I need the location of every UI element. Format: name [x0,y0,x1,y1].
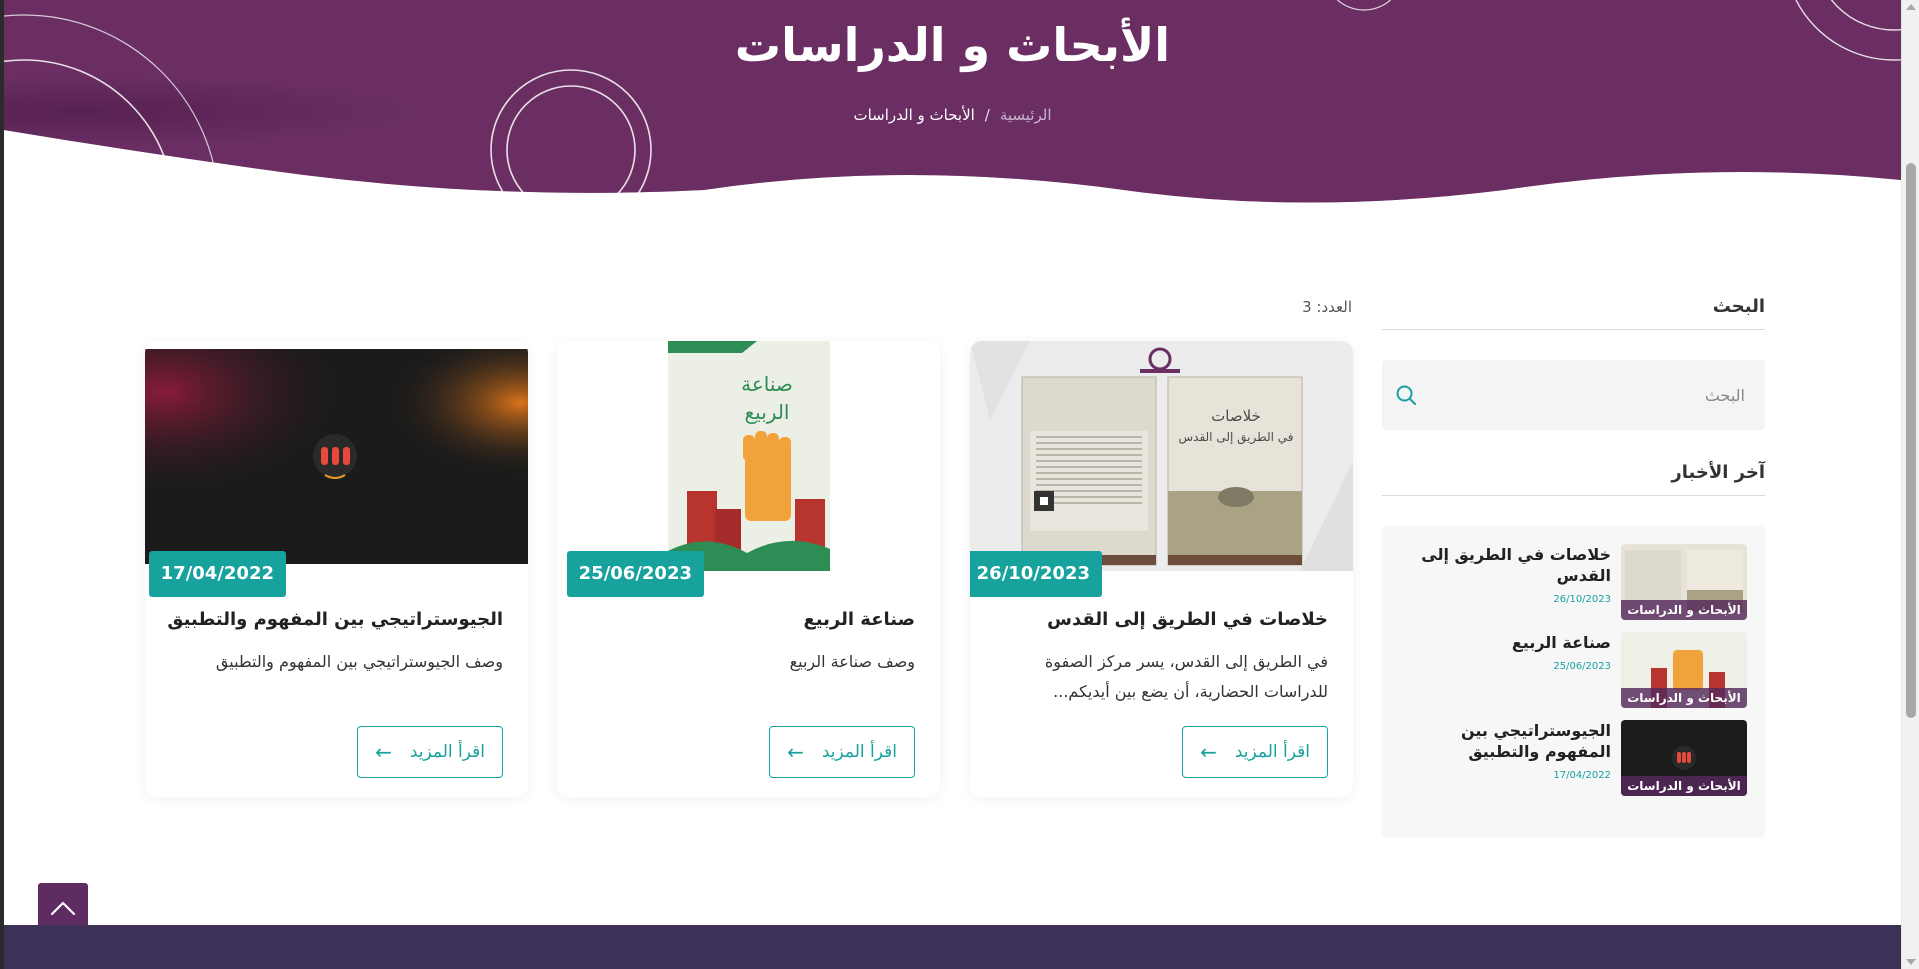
footer [4,925,1901,969]
date-badge: 26/10/2023 [970,551,1102,597]
read-more-label: اقرأ المزيد [409,742,485,762]
search-heading: البحث [1382,296,1765,330]
breadcrumb-current: الأبحاث و الدراسات [853,106,975,124]
news-text: الجيوستراتيجي بين المفهوم والتطبيق 17/04… [1400,720,1621,781]
news-text: صناعة الربيع 25/06/2023 [1400,632,1621,672]
card-image[interactable]: خلاصات في الطريق إلى القدس [970,341,1353,571]
news-date: 25/06/2023 [1553,661,1611,672]
arrow-left-icon: ← [375,740,392,764]
latest-news-heading: آخر الأخبار [1382,462,1765,496]
sidebar: البحث آخر الأخبار الأبحاث و الدراسات خلا… [1382,296,1765,838]
news-title[interactable]: الجيوستراتيجي بين المفهوم والتطبيق [1400,720,1611,762]
date-badge: 17/04/2022 [148,551,286,597]
card-description: وصف الجيوستراتيجي بين المفهوم والتطبيق [215,652,503,671]
breadcrumb-home-link[interactable]: الرئيسية [1000,106,1052,124]
breadcrumb: الرئيسية / الأبحاث و الدراسات [4,106,1901,124]
read-more-button[interactable]: اقرأ المزيد ← [357,726,503,778]
page-header: الأبحاث و الدراسات الرئيسية / الأبحاث و ال… [4,0,1901,210]
arrow-left-icon: ← [1200,740,1217,764]
scroll-down-arrow-icon[interactable] [1906,959,1916,965]
card-image[interactable] [145,341,528,571]
card-description: في الطريق إلى القدس، يسر مركز الصفوة للد… [1044,652,1328,701]
card-image[interactable]: صناعة الربيع [557,341,940,571]
page-title: الأبحاث و الدراسات [734,18,1171,72]
card-title[interactable]: الجيوستراتيجي بين المفهوم والتطبيق [165,609,503,630]
research-card: خلاصات في الطريق إلى القدس 26/10/2023 خل… [970,341,1353,797]
news-date: 26/10/2023 [1553,594,1611,605]
news-title[interactable]: صناعة الربيع [1400,632,1611,653]
news-item[interactable]: الأبحاث و الدراسات الجيوستراتيجي بين الم… [1400,720,1747,796]
research-card: صناعة الربيع 25/06/2023 صناعة الربيع وصف… [557,341,940,797]
news-date: 17/04/2022 [1553,770,1611,781]
read-more-button[interactable]: اقرأ المزيد ← [769,726,915,778]
card-description: وصف صناعة الربيع [789,652,915,671]
news-text: خلاصات في الطريق إلى القدس 26/10/2023 [1400,544,1621,605]
news-thumbnail[interactable]: الأبحاث و الدراسات [1621,720,1747,796]
search-icon[interactable] [1394,383,1418,407]
read-more-label: اقرأ المزيد [821,742,897,762]
card-title[interactable]: صناعة الربيع [577,609,915,630]
search-input[interactable] [1445,360,1765,430]
page-scrollbar[interactable] [1901,0,1919,969]
book-cover-title: خلاصات [1211,407,1261,425]
news-thumbnail[interactable]: الأبحاث و الدراسات [1621,632,1747,708]
date-badge: 25/06/2023 [566,551,704,597]
svg-text:صناعة: صناعة [741,372,793,396]
results-count: العدد: 3 [1302,298,1352,316]
news-category-badge: الأبحاث و الدراسات [1621,600,1747,620]
news-category-badge: الأبحاث و الدراسات [1621,776,1747,796]
arrow-left-icon: ← [787,740,804,764]
card-title[interactable]: خلاصات في الطريق إلى القدس [990,609,1328,630]
news-thumbnail[interactable]: الأبحاث و الدراسات [1621,544,1747,620]
research-card: 17/04/2022 الجيوستراتيجي بين المفهوم وال… [145,341,528,797]
search-box [1382,360,1765,430]
breadcrumb-separator: / [984,106,990,124]
read-more-button[interactable]: اقرأ المزيد ← [1182,726,1328,778]
scrollbar-thumb[interactable] [1906,163,1916,718]
chevron-up-icon [50,901,76,916]
scroll-up-arrow-icon[interactable] [1906,4,1916,10]
news-category-badge: الأبحاث و الدراسات [1621,688,1747,708]
news-title[interactable]: خلاصات في الطريق إلى القدس [1400,544,1611,586]
svg-text:الربيع: الربيع [745,400,790,424]
news-item[interactable]: الأبحاث و الدراسات خلاصات في الطريق إلى … [1400,544,1747,620]
read-more-label: اقرأ المزيد [1234,742,1310,762]
svg-text:في الطريق إلى القدس: في الطريق إلى القدس [1179,430,1294,445]
latest-news-list: الأبحاث و الدراسات خلاصات في الطريق إلى … [1382,526,1765,838]
news-item[interactable]: الأبحاث و الدراسات صناعة الربيع 25/06/20… [1400,632,1747,708]
